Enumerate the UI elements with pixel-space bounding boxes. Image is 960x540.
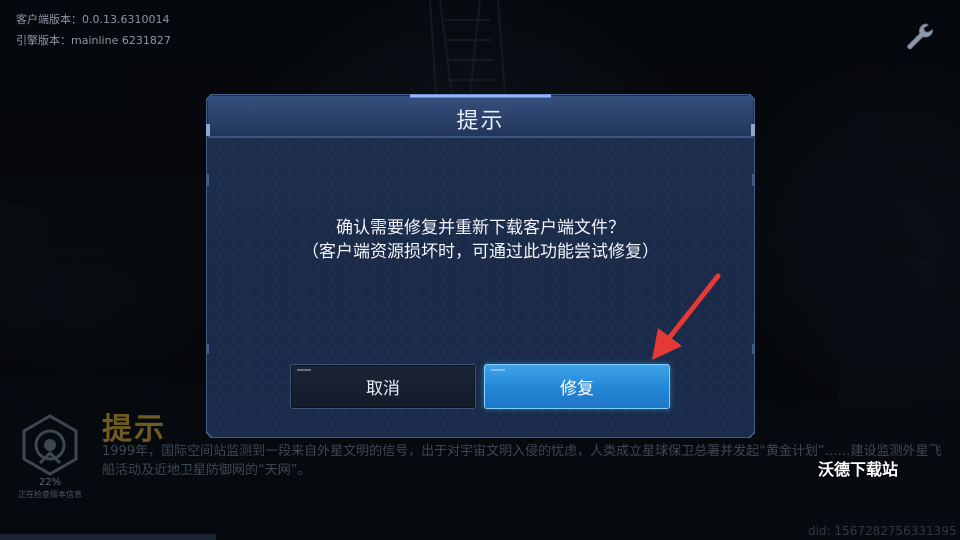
repair-confirm-dialog: 提示 确认需要修复并重新下载客户端文件？ （客户端资源损坏时，可通过此功能尝试修… [206,94,755,438]
red-arrow-icon [652,273,721,360]
repair-button[interactable]: 修复 [484,364,670,409]
cancel-button[interactable]: 取消 [290,364,476,409]
device-id-text: did: 1567282756331395 [808,524,957,538]
dialog-message-line2: （客户端资源损坏时，可通过此功能尝试修复） [302,242,659,262]
wrench-icon[interactable] [904,20,936,52]
repair-button-label: 修复 [560,379,594,399]
dialog-title: 提示 [456,109,505,134]
tip-text: 1999年，国际空间站监测到一段来自外星文明的信号，出于对宇宙文明入侵的忧虑，人… [102,444,942,478]
dialog-message-line1: 确认需要修复并重新下载客户端文件？ [336,218,625,238]
cancel-button-label: 取消 [366,379,400,399]
loading-status: 正在检查版本信息 [18,490,82,499]
button-decoration [491,369,505,371]
engine-version-text: 引擎版本：mainline 6231827 [16,34,171,47]
loading-percent: 22% [38,477,62,488]
dialog-frame [206,94,755,438]
watermark-text: 沃德下载站 [818,460,899,479]
progress-bar-track [0,534,216,540]
loading-emblem-icon [22,414,78,476]
client-version-text: 客户端版本：0.0.13.6310014 [16,13,170,26]
button-decoration [297,369,311,371]
